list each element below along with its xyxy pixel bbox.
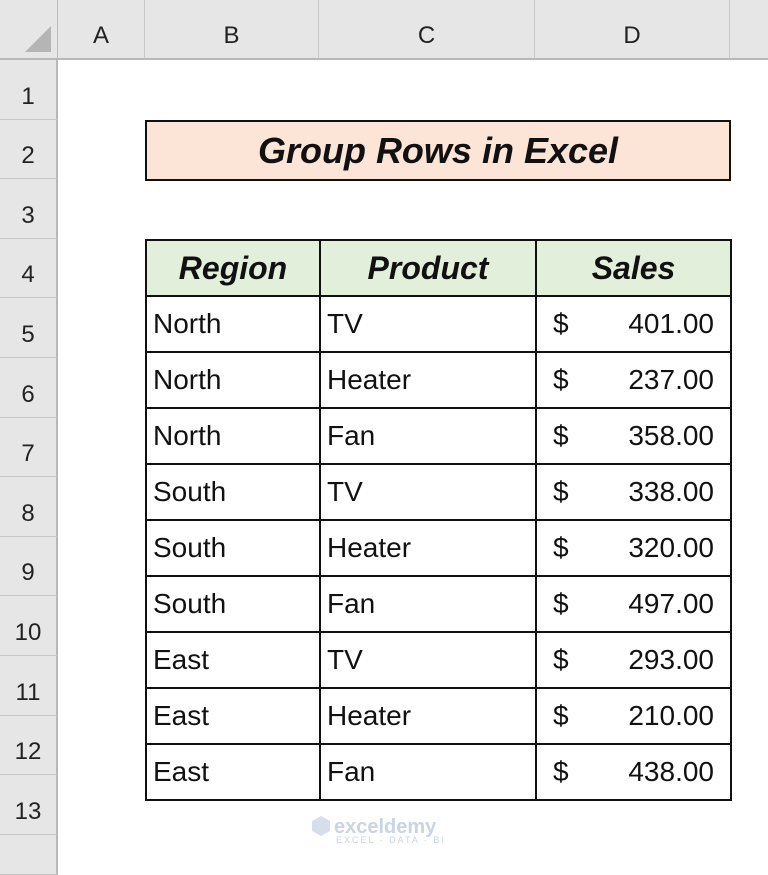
table-row: East Heater $210.00 [145, 687, 732, 745]
currency-symbol: $ [553, 700, 569, 731]
cell-product[interactable]: TV [319, 463, 537, 521]
cell-region[interactable]: North [145, 351, 321, 409]
cell-product[interactable]: Heater [319, 351, 537, 409]
column-header-c[interactable]: C [319, 0, 535, 60]
row-header-5[interactable]: 5 [0, 298, 58, 358]
cell-region[interactable]: East [145, 631, 321, 689]
row-header-2[interactable]: 2 [0, 119, 58, 180]
cell-product[interactable]: TV [319, 631, 537, 689]
cell-sales[interactable]: $338.00 [535, 463, 732, 521]
sales-table: Region Product Sales North TV $401.00 North… [145, 239, 732, 801]
cell-sales[interactable]: $401.00 [535, 295, 732, 353]
select-all-triangle-icon [25, 26, 51, 52]
cell-region[interactable]: North [145, 407, 321, 465]
table-row: North TV $401.00 [145, 295, 732, 353]
cell-sales[interactable]: $438.00 [535, 743, 732, 801]
row-header-4[interactable]: 4 [0, 238, 58, 299]
sales-value: 497.00 [628, 588, 714, 619]
row-header-14-partial[interactable] [0, 834, 58, 875]
cell-sales[interactable]: $320.00 [535, 519, 732, 577]
row-header-8[interactable]: 8 [0, 477, 58, 537]
cell-product[interactable]: TV [319, 295, 537, 353]
table-row: East Fan $438.00 [145, 743, 732, 801]
column-header-a[interactable]: A [58, 0, 145, 60]
cell-region[interactable]: East [145, 687, 321, 745]
cell-product[interactable]: Fan [319, 575, 537, 633]
cell-region[interactable]: South [145, 519, 321, 577]
cell-sales[interactable]: $237.00 [535, 351, 732, 409]
row-header-11[interactable]: 11 [0, 656, 58, 716]
row-header-1[interactable]: 1 [0, 60, 58, 120]
row-header-3[interactable]: 3 [0, 179, 58, 239]
watermark-tagline: EXCEL · DATA · BI [336, 835, 446, 845]
currency-symbol: $ [553, 476, 569, 507]
watermark: exceldemy EXCEL · DATA · BI [312, 816, 446, 845]
header-region[interactable]: Region [145, 239, 321, 297]
currency-symbol: $ [553, 308, 569, 339]
select-all-button[interactable] [0, 0, 58, 60]
sales-value: 338.00 [628, 476, 714, 507]
title-cell[interactable]: Group Rows in Excel [145, 120, 731, 181]
cell-region[interactable]: East [145, 743, 321, 801]
sales-value: 358.00 [628, 420, 714, 451]
cell-sales[interactable]: $293.00 [535, 631, 732, 689]
cell-sales[interactable]: $497.00 [535, 575, 732, 633]
cell-sales[interactable]: $358.00 [535, 407, 732, 465]
row-header-13[interactable]: 13 [0, 775, 58, 835]
cell-product[interactable]: Heater [319, 687, 537, 745]
header-product[interactable]: Product [319, 239, 537, 297]
table-row: South TV $338.00 [145, 463, 732, 521]
row-header-9[interactable]: 9 [0, 536, 58, 597]
row-header-12[interactable]: 12 [0, 715, 58, 776]
currency-symbol: $ [553, 644, 569, 675]
sales-value: 293.00 [628, 644, 714, 675]
currency-symbol: $ [553, 756, 569, 787]
cell-product[interactable]: Fan [319, 743, 537, 801]
row-header-6[interactable]: 6 [0, 358, 58, 418]
currency-symbol: $ [553, 364, 569, 395]
cell-region[interactable]: North [145, 295, 321, 353]
row-header-10[interactable]: 10 [0, 596, 58, 656]
sales-value: 438.00 [628, 756, 714, 787]
table-header-row: Region Product Sales [145, 239, 732, 297]
table-row: South Heater $320.00 [145, 519, 732, 577]
exceldemy-logo-icon [312, 816, 330, 836]
sales-value: 237.00 [628, 364, 714, 395]
sales-value: 210.00 [628, 700, 714, 731]
cell-product[interactable]: Heater [319, 519, 537, 577]
column-header-b[interactable]: B [145, 0, 319, 60]
row-header-7[interactable]: 7 [0, 417, 58, 478]
cell-sales[interactable]: $210.00 [535, 687, 732, 745]
currency-symbol: $ [553, 532, 569, 563]
cell-region[interactable]: South [145, 575, 321, 633]
table-row: North Fan $358.00 [145, 407, 732, 465]
table-row: South Fan $497.00 [145, 575, 732, 633]
currency-symbol: $ [553, 588, 569, 619]
column-header-d[interactable]: D [535, 0, 730, 60]
cell-product[interactable]: Fan [319, 407, 537, 465]
currency-symbol: $ [553, 420, 569, 451]
table-row: East TV $293.00 [145, 631, 732, 689]
sales-value: 401.00 [628, 308, 714, 339]
cell-region[interactable]: South [145, 463, 321, 521]
sales-value: 320.00 [628, 532, 714, 563]
header-sales[interactable]: Sales [535, 239, 732, 297]
table-row: North Heater $237.00 [145, 351, 732, 409]
column-header-e-partial[interactable] [730, 0, 768, 60]
